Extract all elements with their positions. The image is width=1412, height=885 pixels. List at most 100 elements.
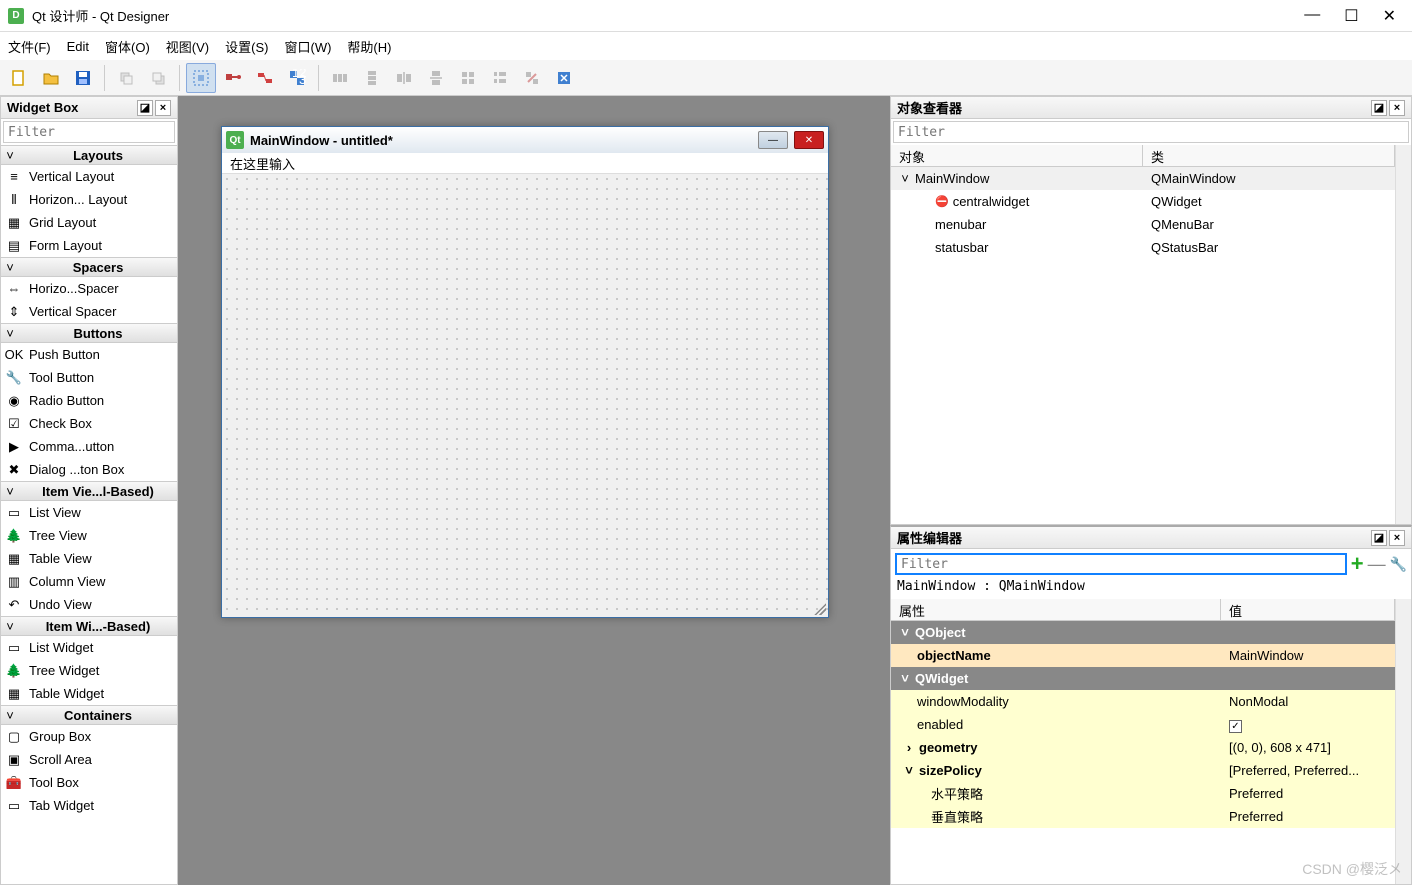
checkbox-icon[interactable]: ✓	[1229, 720, 1242, 733]
send-back-button[interactable]	[111, 63, 141, 93]
prop-value[interactable]: [(0, 0), 608 x 471]	[1221, 740, 1395, 755]
prop-row[interactable]: windowModalityNonModal	[891, 690, 1395, 713]
close-button[interactable]: ✕	[1383, 6, 1396, 26]
adjust-size-button[interactable]	[549, 63, 579, 93]
chevron-down-icon[interactable]: ˅	[899, 625, 911, 640]
dock-button[interactable]: ◪	[1371, 530, 1387, 546]
prop-row[interactable]: enabled✓	[891, 713, 1395, 736]
tree-row[interactable]: ˅MainWindowQMainWindow	[891, 167, 1395, 190]
configure-button[interactable]: 🔧	[1390, 556, 1407, 573]
widget-item[interactable]: 🌲Tree Widget	[1, 659, 177, 682]
widget-item[interactable]: 🔧Tool Button	[1, 366, 177, 389]
menu-file[interactable]: 文件(F)	[8, 37, 51, 56]
layout-h-button[interactable]	[325, 63, 355, 93]
widget-group-header[interactable]: ˅Item Vie...l-Based)	[1, 481, 177, 501]
widget-item[interactable]: OKPush Button	[1, 343, 177, 366]
dock-button[interactable]: ◪	[137, 100, 153, 116]
object-tree[interactable]: 对象 类 ˅MainWindowQMainWindow⛔centralwidge…	[891, 145, 1411, 524]
prop-row[interactable]: objectNameMainWindow	[891, 644, 1395, 667]
widget-item[interactable]: ✖Dialog ...ton Box	[1, 458, 177, 481]
form-close-button[interactable]: ✕	[794, 131, 824, 149]
edit-tab-order-button[interactable]: 123	[282, 63, 312, 93]
menu-form[interactable]: 窗体(O)	[105, 37, 150, 56]
form-window[interactable]: Qt MainWindow - untitled* — ✕ 在这里输入	[221, 126, 829, 618]
widget-item[interactable]: ▥Column View	[1, 570, 177, 593]
form-titlebar[interactable]: Qt MainWindow - untitled* — ✕	[222, 127, 828, 153]
form-menu-placeholder[interactable]: 在这里输入	[230, 154, 295, 173]
widget-item[interactable]: ⇔Horizo...Spacer	[1, 277, 177, 300]
design-canvas[interactable]: Qt MainWindow - untitled* — ✕ 在这里输入	[178, 96, 890, 885]
prop-row[interactable]: 水平策略Preferred	[891, 782, 1395, 805]
property-filter[interactable]	[895, 553, 1347, 575]
form-minimize-button[interactable]: —	[758, 131, 788, 149]
resize-handle-icon[interactable]	[814, 603, 826, 615]
remove-property-button[interactable]: —	[1368, 554, 1386, 575]
form-client-area[interactable]	[222, 173, 828, 617]
maximize-button[interactable]: ☐	[1344, 6, 1358, 26]
widget-item[interactable]: ▦Table Widget	[1, 682, 177, 705]
prop-value[interactable]: NonModal	[1221, 694, 1395, 709]
widget-item[interactable]: ▦Grid Layout	[1, 211, 177, 234]
chevron-icon[interactable]: ˅	[899, 171, 911, 186]
tree-col-class[interactable]: 类	[1143, 145, 1395, 166]
property-table[interactable]: 属性 值 ˅QObjectobjectNameMainWindow˅QWidge…	[891, 599, 1411, 884]
prop-row[interactable]: ˅sizePolicy[Preferred, Preferred...	[891, 759, 1395, 782]
menu-help[interactable]: 帮助(H)	[347, 37, 391, 56]
prop-value[interactable]: Preferred	[1221, 809, 1395, 824]
tree-row[interactable]: statusbarQStatusBar	[891, 236, 1395, 259]
dock-button[interactable]: ◪	[1371, 100, 1387, 116]
form-menubar[interactable]: 在这里输入	[222, 153, 828, 173]
edit-buddies-button[interactable]	[250, 63, 280, 93]
widget-box-filter[interactable]	[3, 121, 175, 143]
widget-item[interactable]: ▢Group Box	[1, 725, 177, 748]
save-button[interactable]	[68, 63, 98, 93]
widget-item[interactable]: 🧰Tool Box	[1, 771, 177, 794]
widget-item[interactable]: ▣Scroll Area	[1, 748, 177, 771]
layout-vsplit-button[interactable]	[421, 63, 451, 93]
tree-row[interactable]: menubarQMenuBar	[891, 213, 1395, 236]
tree-row[interactable]: ⛔centralwidgetQWidget	[891, 190, 1395, 213]
menu-settings[interactable]: 设置(S)	[225, 37, 268, 56]
widget-group-header[interactable]: ˅Containers	[1, 705, 177, 725]
prop-col-value[interactable]: 值	[1221, 599, 1395, 620]
prop-value[interactable]: [Preferred, Preferred...	[1221, 763, 1395, 778]
prop-group-row[interactable]: ˅QWidget	[891, 667, 1395, 690]
break-layout-button[interactable]	[517, 63, 547, 93]
widget-box-tree[interactable]: ˅Layouts≡Vertical Layout⦀Horizon... Layo…	[1, 145, 177, 884]
prop-value[interactable]: Preferred	[1221, 786, 1395, 801]
widget-item[interactable]: ▶Comma...utton	[1, 435, 177, 458]
chevron-down-icon[interactable]: ˅	[899, 671, 911, 686]
layout-form-button[interactable]	[485, 63, 515, 93]
widget-group-header[interactable]: ˅Spacers	[1, 257, 177, 277]
inspector-filter[interactable]	[893, 121, 1409, 143]
widget-item[interactable]: ▭List View	[1, 501, 177, 524]
prop-row[interactable]: ›geometry[(0, 0), 608 x 471]	[891, 736, 1395, 759]
prop-value[interactable]: MainWindow	[1221, 648, 1395, 663]
minimize-button[interactable]: —	[1304, 6, 1320, 26]
close-panel-button[interactable]: ×	[155, 100, 171, 116]
chevron-icon[interactable]: ˅	[903, 763, 915, 778]
chevron-icon[interactable]: ›	[903, 740, 915, 755]
open-file-button[interactable]	[36, 63, 66, 93]
prop-row[interactable]: 垂直策略Preferred	[891, 805, 1395, 828]
widget-item[interactable]: ☑Check Box	[1, 412, 177, 435]
layout-grid-button[interactable]	[453, 63, 483, 93]
prop-group-row[interactable]: ˅QObject	[891, 621, 1395, 644]
scrollbar[interactable]	[1395, 599, 1411, 884]
layout-v-button[interactable]	[357, 63, 387, 93]
menu-edit[interactable]: Edit	[67, 39, 89, 54]
prop-col-name[interactable]: 属性	[891, 599, 1221, 620]
scrollbar[interactable]	[1395, 145, 1411, 524]
widget-item[interactable]: ▦Table View	[1, 547, 177, 570]
tree-col-object[interactable]: 对象	[891, 145, 1143, 166]
widget-item[interactable]: ↶Undo View	[1, 593, 177, 616]
edit-signals-button[interactable]	[218, 63, 248, 93]
layout-hsplit-button[interactable]	[389, 63, 419, 93]
edit-widgets-button[interactable]	[186, 63, 216, 93]
widget-item[interactable]: ▭Tab Widget	[1, 794, 177, 817]
new-file-button[interactable]	[4, 63, 34, 93]
add-property-button[interactable]: +	[1351, 551, 1364, 577]
menu-window[interactable]: 窗口(W)	[284, 37, 331, 56]
widget-item[interactable]: ▭List Widget	[1, 636, 177, 659]
prop-value[interactable]: ✓	[1221, 717, 1395, 733]
